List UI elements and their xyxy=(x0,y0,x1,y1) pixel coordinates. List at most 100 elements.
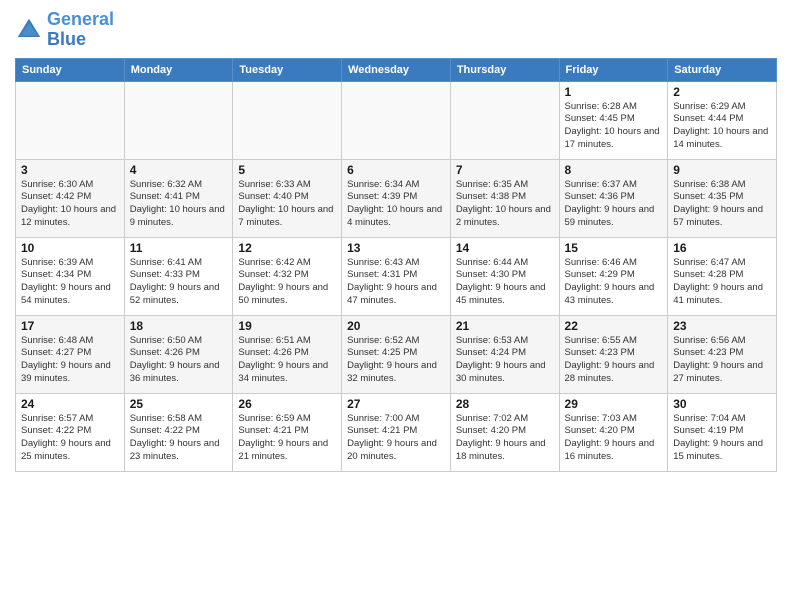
calendar-cell xyxy=(450,81,559,159)
calendar-cell: 8 Sunrise: 6:37 AM Sunset: 4:36 PM Daylig… xyxy=(559,159,668,237)
day-number: 18 xyxy=(130,319,228,333)
calendar-cell: 12 Sunrise: 6:42 AM Sunset: 4:32 PM Dayli… xyxy=(233,237,342,315)
calendar-cell: 3 Sunrise: 6:30 AM Sunset: 4:42 PM Daylig… xyxy=(16,159,125,237)
calendar-cell xyxy=(124,81,233,159)
day-number: 23 xyxy=(673,319,771,333)
day-info: Sunrise: 6:39 AM Sunset: 4:34 PM Dayligh… xyxy=(21,257,119,308)
day-number: 17 xyxy=(21,319,119,333)
day-info: Sunrise: 6:32 AM Sunset: 4:41 PM Dayligh… xyxy=(130,179,228,230)
calendar-cell: 15 Sunrise: 6:46 AM Sunset: 4:29 PM Dayli… xyxy=(559,237,668,315)
calendar-header-monday: Monday xyxy=(124,58,233,81)
day-info: Sunrise: 7:02 AM Sunset: 4:20 PM Dayligh… xyxy=(456,413,554,464)
day-number: 4 xyxy=(130,163,228,177)
page: General Blue SundayMondayTuesdayWednesda… xyxy=(0,0,792,612)
day-number: 3 xyxy=(21,163,119,177)
day-number: 25 xyxy=(130,397,228,411)
day-number: 16 xyxy=(673,241,771,255)
calendar-cell: 17Sunrise: 6:48 AM Sunset: 4:27 PM Dayli… xyxy=(16,315,125,393)
day-info: Sunrise: 6:42 AM Sunset: 4:32 PM Dayligh… xyxy=(238,257,336,308)
calendar-cell: 18 Sunrise: 6:50 AM Sunset: 4:26 PM Dayli… xyxy=(124,315,233,393)
calendar-cell: 22Sunrise: 6:55 AM Sunset: 4:23 PM Dayli… xyxy=(559,315,668,393)
day-number: 24 xyxy=(21,397,119,411)
calendar-cell: 21 Sunrise: 6:53 AM Sunset: 4:24 PM Dayli… xyxy=(450,315,559,393)
day-info: Sunrise: 6:44 AM Sunset: 4:30 PM Dayligh… xyxy=(456,257,554,308)
day-info: Sunrise: 6:59 AM Sunset: 4:21 PM Dayligh… xyxy=(238,413,336,464)
day-number: 9 xyxy=(673,163,771,177)
day-info: Sunrise: 6:50 AM Sunset: 4:26 PM Dayligh… xyxy=(130,335,228,386)
calendar-week-3: 17Sunrise: 6:48 AM Sunset: 4:27 PM Dayli… xyxy=(16,315,777,393)
day-info: Sunrise: 6:47 AM Sunset: 4:28 PM Dayligh… xyxy=(673,257,771,308)
calendar-cell xyxy=(342,81,451,159)
day-info: Sunrise: 7:00 AM Sunset: 4:21 PM Dayligh… xyxy=(347,413,445,464)
day-info: Sunrise: 6:57 AM Sunset: 4:22 PM Dayligh… xyxy=(21,413,119,464)
day-number: 29 xyxy=(565,397,663,411)
day-number: 2 xyxy=(673,85,771,99)
calendar-cell: 7Sunrise: 6:35 AM Sunset: 4:38 PM Daylig… xyxy=(450,159,559,237)
calendar-header-saturday: Saturday xyxy=(668,58,777,81)
day-info: Sunrise: 6:28 AM Sunset: 4:45 PM Dayligh… xyxy=(565,101,663,152)
calendar-header-friday: Friday xyxy=(559,58,668,81)
logo-icon xyxy=(15,16,43,44)
calendar-cell: 19 Sunrise: 6:51 AM Sunset: 4:26 PM Dayli… xyxy=(233,315,342,393)
day-number: 27 xyxy=(347,397,445,411)
day-number: 28 xyxy=(456,397,554,411)
day-number: 11 xyxy=(130,241,228,255)
calendar-cell xyxy=(233,81,342,159)
day-info: Sunrise: 6:34 AM Sunset: 4:39 PM Dayligh… xyxy=(347,179,445,230)
day-info: Sunrise: 6:38 AM Sunset: 4:35 PM Dayligh… xyxy=(673,179,771,230)
header: General Blue xyxy=(15,10,777,50)
day-info: Sunrise: 6:35 AM Sunset: 4:38 PM Dayligh… xyxy=(456,179,554,230)
day-number: 1 xyxy=(565,85,663,99)
logo: General Blue xyxy=(15,10,114,50)
calendar-cell: 6 Sunrise: 6:34 AM Sunset: 4:39 PM Daylig… xyxy=(342,159,451,237)
day-info: Sunrise: 6:41 AM Sunset: 4:33 PM Dayligh… xyxy=(130,257,228,308)
calendar-cell: 30 Sunrise: 7:04 AM Sunset: 4:19 PM Dayli… xyxy=(668,393,777,471)
calendar-cell: 25 Sunrise: 6:58 AM Sunset: 4:22 PM Dayli… xyxy=(124,393,233,471)
day-number: 13 xyxy=(347,241,445,255)
day-number: 12 xyxy=(238,241,336,255)
calendar-cell: 24 Sunrise: 6:57 AM Sunset: 4:22 PM Dayli… xyxy=(16,393,125,471)
calendar-cell: 28 Sunrise: 7:02 AM Sunset: 4:20 PM Dayli… xyxy=(450,393,559,471)
calendar-header-row: SundayMondayTuesdayWednesdayThursdayFrid… xyxy=(16,58,777,81)
day-info: Sunrise: 6:53 AM Sunset: 4:24 PM Dayligh… xyxy=(456,335,554,386)
calendar: SundayMondayTuesdayWednesdayThursdayFrid… xyxy=(15,58,777,472)
day-number: 10 xyxy=(21,241,119,255)
day-number: 14 xyxy=(456,241,554,255)
day-info: Sunrise: 6:33 AM Sunset: 4:40 PM Dayligh… xyxy=(238,179,336,230)
day-info: Sunrise: 6:29 AM Sunset: 4:44 PM Dayligh… xyxy=(673,101,771,152)
day-number: 20 xyxy=(347,319,445,333)
calendar-cell: 23Sunrise: 6:56 AM Sunset: 4:23 PM Dayli… xyxy=(668,315,777,393)
calendar-cell: 13Sunrise: 6:43 AM Sunset: 4:31 PM Dayli… xyxy=(342,237,451,315)
logo-text: General Blue xyxy=(47,10,114,50)
calendar-cell xyxy=(16,81,125,159)
calendar-header-thursday: Thursday xyxy=(450,58,559,81)
calendar-cell: 9 Sunrise: 6:38 AM Sunset: 4:35 PM Daylig… xyxy=(668,159,777,237)
calendar-cell: 2 Sunrise: 6:29 AM Sunset: 4:44 PM Daylig… xyxy=(668,81,777,159)
calendar-header-tuesday: Tuesday xyxy=(233,58,342,81)
calendar-cell: 27 Sunrise: 7:00 AM Sunset: 4:21 PM Dayli… xyxy=(342,393,451,471)
day-number: 26 xyxy=(238,397,336,411)
calendar-cell: 29 Sunrise: 7:03 AM Sunset: 4:20 PM Dayli… xyxy=(559,393,668,471)
day-number: 6 xyxy=(347,163,445,177)
calendar-cell: 11 Sunrise: 6:41 AM Sunset: 4:33 PM Dayli… xyxy=(124,237,233,315)
day-number: 8 xyxy=(565,163,663,177)
calendar-week-1: 3 Sunrise: 6:30 AM Sunset: 4:42 PM Daylig… xyxy=(16,159,777,237)
day-info: Sunrise: 6:51 AM Sunset: 4:26 PM Dayligh… xyxy=(238,335,336,386)
day-number: 21 xyxy=(456,319,554,333)
day-info: Sunrise: 6:58 AM Sunset: 4:22 PM Dayligh… xyxy=(130,413,228,464)
day-number: 30 xyxy=(673,397,771,411)
day-info: Sunrise: 6:46 AM Sunset: 4:29 PM Dayligh… xyxy=(565,257,663,308)
calendar-cell: 16 Sunrise: 6:47 AM Sunset: 4:28 PM Dayli… xyxy=(668,237,777,315)
day-number: 19 xyxy=(238,319,336,333)
day-info: Sunrise: 6:37 AM Sunset: 4:36 PM Dayligh… xyxy=(565,179,663,230)
calendar-cell: 4 Sunrise: 6:32 AM Sunset: 4:41 PM Daylig… xyxy=(124,159,233,237)
calendar-week-0: 1 Sunrise: 6:28 AM Sunset: 4:45 PM Daylig… xyxy=(16,81,777,159)
calendar-cell: 20Sunrise: 6:52 AM Sunset: 4:25 PM Dayli… xyxy=(342,315,451,393)
day-info: Sunrise: 7:04 AM Sunset: 4:19 PM Dayligh… xyxy=(673,413,771,464)
day-info: Sunrise: 6:30 AM Sunset: 4:42 PM Dayligh… xyxy=(21,179,119,230)
calendar-cell: 26 Sunrise: 6:59 AM Sunset: 4:21 PM Dayli… xyxy=(233,393,342,471)
day-number: 15 xyxy=(565,241,663,255)
day-info: Sunrise: 7:03 AM Sunset: 4:20 PM Dayligh… xyxy=(565,413,663,464)
calendar-cell: 10 Sunrise: 6:39 AM Sunset: 4:34 PM Dayli… xyxy=(16,237,125,315)
day-number: 5 xyxy=(238,163,336,177)
